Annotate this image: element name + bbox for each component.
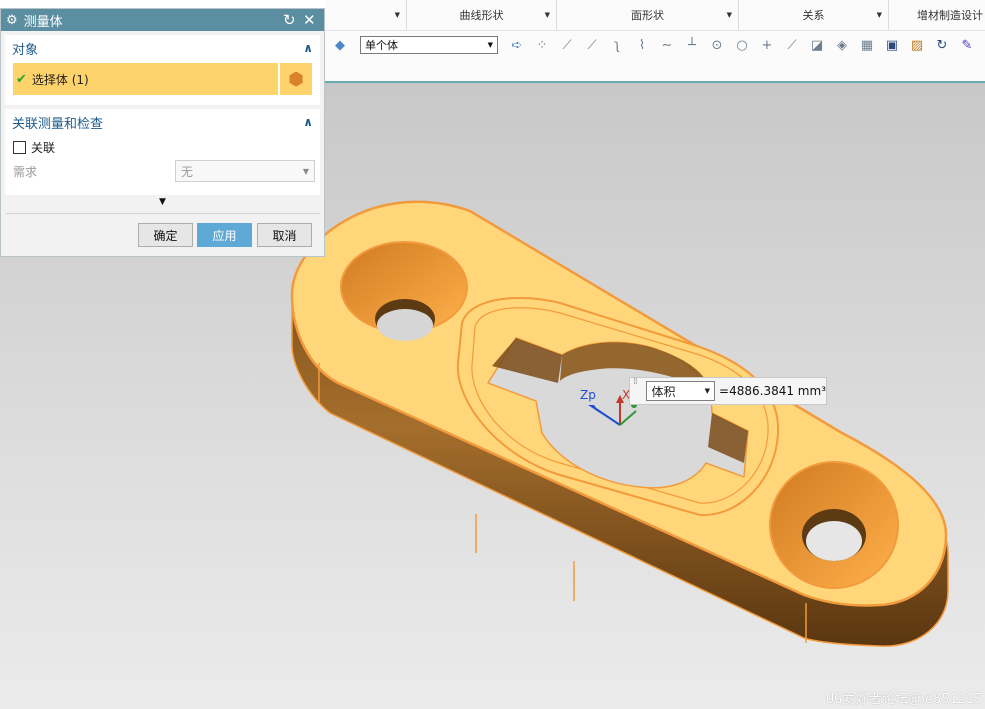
close-icon[interactable]: ✕: [303, 11, 316, 29]
chevron-down-icon: ▼: [544, 11, 550, 19]
snap-point-icon[interactable]: +: [756, 34, 778, 56]
apply-button[interactable]: 应用: [197, 223, 252, 247]
snap-center-icon[interactable]: ⊙: [706, 34, 728, 56]
more-options-toggle[interactable]: ▼: [1, 197, 324, 213]
cube-icon[interactable]: ⬢: [278, 63, 312, 95]
chevron-down-icon: ▼: [876, 11, 882, 19]
chevron-down-icon: ▼: [704, 387, 711, 395]
measurement-type-dropdown[interactable]: 体积 ▼: [646, 381, 716, 401]
snap-control-icon[interactable]: ʅ: [606, 34, 628, 56]
selection-filter-value: 单个体: [365, 39, 398, 52]
chevron-down-icon: ▼: [394, 11, 400, 19]
ok-button[interactable]: 确定: [138, 223, 193, 247]
requirement-row: 需求 无 ▼: [5, 159, 320, 183]
objects-section: 对象 ∧ ✔ 选择体 (1) ⬢: [5, 35, 320, 105]
dialog-title: 测量体: [23, 14, 63, 30]
dialog-divider: [6, 213, 320, 214]
measurement-label[interactable]: ⁞⁞ 体积 ▼ =4886.3841 mm³: [629, 377, 827, 405]
ribbon-group-0[interactable]: ▼: [325, 0, 407, 30]
snap-mid-icon[interactable]: ⟋: [581, 34, 603, 56]
chevron-down-icon: ▼: [726, 11, 732, 19]
objects-section-header[interactable]: 对象 ∧: [5, 35, 320, 61]
view-fit-icon[interactable]: ▣: [881, 34, 903, 56]
measurement-value: =4886.3841 mm³: [719, 384, 826, 398]
snap-bounded-icon[interactable]: ◈: [831, 34, 853, 56]
ribbon-group-additive[interactable]: 增材制造设计: [889, 0, 985, 30]
snap-grid-icon[interactable]: ▦: [856, 34, 878, 56]
associative-checkbox[interactable]: [13, 140, 26, 154]
right-hole: [769, 461, 899, 589]
snap-end-icon[interactable]: ⟋: [556, 34, 578, 56]
snap-curve-icon[interactable]: ∼: [656, 34, 678, 56]
ribbon-group-label: 曲线形状: [459, 9, 504, 22]
ribbon-group-relations[interactable]: 关系 ▼: [739, 0, 889, 30]
drag-handle-icon[interactable]: ⁞⁞: [633, 378, 642, 402]
selection-toolbar: ◆ 单个体 ▼ ➪ ⁘ ⟋ ⟋ ʅ ⌇ ∼ ┴ ⊙ ○ + ⟋ ◪ ◈ ▦ ▣ …: [325, 31, 985, 59]
snap-face-icon[interactable]: ◪: [806, 34, 828, 56]
body-type-icon[interactable]: ◆: [329, 34, 351, 56]
reset-icon[interactable]: ↻: [283, 11, 296, 29]
snap-quadrant-icon[interactable]: ○: [731, 34, 753, 56]
snap-on-curve-icon[interactable]: ⟋: [781, 34, 803, 56]
select-body-label: 选择体 (1): [31, 72, 89, 87]
requirement-label: 需求: [13, 164, 38, 179]
chevron-down-icon: ▼: [487, 41, 493, 49]
chevron-up-icon[interactable]: ∧: [303, 41, 313, 55]
watermark: UG爱好者论坛@he851215: [826, 692, 982, 707]
viewport-border: [325, 81, 985, 83]
snap-intersect-icon[interactable]: ⌇: [631, 34, 653, 56]
objects-section-title: 对象: [12, 42, 39, 58]
measurement-type-value: 体积: [651, 384, 676, 399]
ribbon-group-label: 增材制造设计: [917, 9, 983, 22]
select-body-row[interactable]: ✔ 选择体 (1) ⬢: [13, 63, 312, 95]
snap-perp-icon[interactable]: ┴: [681, 34, 703, 56]
ribbon-group-curve-shape[interactable]: 曲线形状 ▼: [407, 0, 557, 30]
ribbon-group-label: 面形状: [631, 9, 664, 22]
ribbon-group-bar: ▼ 曲线形状 ▼ 面形状 ▼ 关系 ▼ 增材制造设计: [325, 0, 985, 31]
associative-section-header[interactable]: 关联测量和检查 ∧: [5, 109, 320, 135]
snap-points-icon[interactable]: ⁘: [531, 34, 553, 56]
arrow-right-icon[interactable]: ➪: [506, 34, 528, 56]
ribbon-group-label: 关系: [802, 9, 825, 22]
view-image-icon[interactable]: ▨: [906, 34, 928, 56]
brush-icon[interactable]: ✎: [956, 34, 978, 56]
requirement-dropdown[interactable]: 无 ▼: [175, 160, 315, 182]
gear-icon[interactable]: ⚙: [6, 13, 18, 28]
chevron-up-icon[interactable]: ∧: [303, 115, 313, 129]
measure-body-dialog: ⚙ 测量体 ↻ ✕ 对象 ∧ ✔ 选择体 (1) ⬢ 关联测量和检查 ∧ 关联 …: [0, 8, 325, 257]
dialog-button-row: 确定 应用 取消: [1, 223, 324, 247]
requirement-value: 无: [181, 164, 194, 179]
associative-section-title: 关联测量和检查: [12, 116, 104, 132]
associative-row[interactable]: 关联: [5, 135, 320, 159]
toolbar-spacer: [325, 59, 985, 81]
ribbon-group-face-shape[interactable]: 面形状 ▼: [557, 0, 739, 30]
checkmark-icon: ✔: [16, 71, 27, 87]
chevron-down-icon: ▼: [302, 166, 309, 176]
axis-z-label: Zp: [580, 388, 596, 402]
refresh-icon[interactable]: ↻: [931, 34, 953, 56]
associative-label: 关联: [31, 140, 56, 155]
associative-section: 关联测量和检查 ∧ 关联 需求 无 ▼: [5, 109, 320, 195]
cancel-button[interactable]: 取消: [257, 223, 312, 247]
dialog-title-bar[interactable]: ⚙ 测量体 ↻ ✕: [1, 9, 324, 31]
selection-filter-dropdown[interactable]: 单个体 ▼: [360, 36, 498, 54]
